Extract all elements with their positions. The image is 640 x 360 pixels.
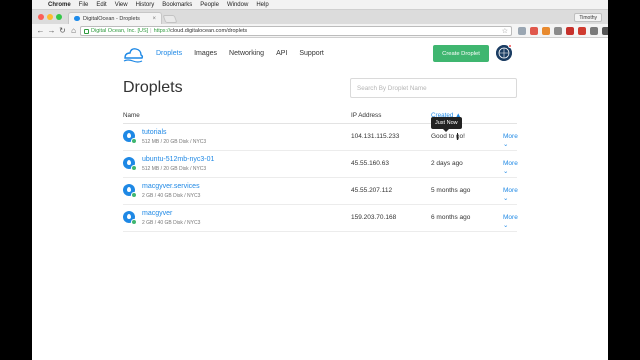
lock-icon — [84, 28, 89, 34]
reload-icon[interactable]: ↻ — [58, 26, 67, 36]
address-separator: | — [150, 28, 152, 34]
nav-api[interactable]: API — [276, 50, 287, 57]
url-scheme: https:// — [153, 28, 171, 34]
droplet-ip: 159.203.70.168 — [351, 214, 397, 221]
browser-tab[interactable]: DigitalOcean - Droplets × — [68, 12, 162, 24]
zoom-window-button[interactable] — [56, 14, 62, 20]
extension-icon[interactable] — [578, 27, 586, 35]
browser-toolbar: ← → ↻ ⌂ Digital Ocean, Inc. [US] | https… — [32, 24, 608, 38]
nav-networking[interactable]: Networking — [229, 50, 264, 57]
digitalocean-logo-icon[interactable] — [122, 44, 144, 64]
menu-edit[interactable]: Edit — [96, 2, 106, 8]
text-cursor-icon — [457, 133, 460, 140]
droplet-name-link[interactable]: macgyver — [142, 210, 172, 217]
screen: Chrome File Edit View History Bookmarks … — [32, 0, 608, 360]
create-droplet-button[interactable]: Create Droplet — [433, 45, 489, 62]
menu-help[interactable]: Help — [256, 2, 268, 8]
profile-button[interactable]: Timothy — [574, 13, 602, 22]
tab-title: DigitalOcean - Droplets — [83, 15, 140, 22]
forward-icon[interactable]: → — [47, 26, 56, 36]
droplet-ip: 45.55.207.112 — [351, 187, 393, 194]
page-title: Droplets — [123, 79, 183, 96]
menubar: Chrome File Edit View History Bookmarks … — [32, 0, 608, 10]
droplet-name-link[interactable]: macgyver.services — [142, 183, 200, 190]
droplet-ip: 45.55.160.63 — [351, 160, 389, 167]
menu-app[interactable]: Chrome — [48, 2, 71, 8]
droplet-status-icon — [123, 130, 137, 144]
minimize-window-button[interactable] — [47, 14, 53, 20]
extension-icon[interactable] — [530, 27, 538, 35]
more-dropdown[interactable]: More ⌄ — [503, 133, 518, 148]
table-row: ubuntu-512mb-nyc3-01 512 MB / 20 GB Disk… — [123, 151, 518, 178]
droplet-search-input[interactable]: Search By Droplet Name — [350, 78, 517, 98]
droplet-spec: 2 GB / 40 GB Disk / NYC3 — [142, 193, 201, 199]
address-bar[interactable]: Digital Ocean, Inc. [US] | https:// clou… — [80, 26, 512, 36]
extension-icon[interactable] — [590, 27, 598, 35]
extension-icon[interactable] — [602, 27, 608, 35]
droplet-created: 2 days ago — [431, 160, 463, 167]
app-navbar: Droplets Images Networking API Support C… — [32, 38, 608, 70]
droplet-status-icon — [123, 157, 137, 171]
droplet-created: 6 months ago — [431, 214, 471, 221]
droplet-name-link[interactable]: ubuntu-512mb-nyc3-01 — [142, 156, 214, 163]
tab-strip: DigitalOcean - Droplets × Timothy — [32, 10, 608, 24]
extension-icon[interactable] — [518, 27, 526, 35]
close-window-button[interactable] — [38, 14, 44, 20]
droplet-status-icon — [123, 184, 137, 198]
nav-images[interactable]: Images — [194, 50, 217, 57]
droplet-name-link[interactable]: tutorials — [142, 129, 167, 136]
digitalocean-favicon-icon — [74, 16, 80, 21]
extension-icon[interactable] — [542, 27, 550, 35]
extension-icons — [518, 27, 608, 35]
primary-nav: Droplets Images Networking API Support — [156, 50, 324, 57]
new-tab-button[interactable] — [162, 15, 178, 23]
table-row: macgyver 2 GB / 40 GB Disk / NYC3 159.20… — [123, 205, 518, 232]
ev-certificate-label: Digital Ocean, Inc. [US] — [91, 28, 149, 34]
droplet-spec: 512 MB / 20 GB Disk / NYC3 — [142, 139, 207, 145]
more-dropdown[interactable]: More ⌄ — [503, 214, 518, 229]
bookmark-star-icon[interactable]: ☆ — [502, 27, 508, 36]
nav-support[interactable]: Support — [299, 50, 324, 57]
menu-window[interactable]: Window — [227, 2, 248, 8]
notification-dot — [508, 44, 512, 48]
nav-droplets[interactable]: Droplets — [156, 50, 182, 57]
back-icon[interactable]: ← — [36, 26, 45, 36]
tab-close-icon[interactable]: × — [152, 16, 156, 22]
menu-bookmarks[interactable]: Bookmarks — [162, 2, 192, 8]
window-controls — [38, 14, 62, 20]
more-dropdown[interactable]: More ⌄ — [503, 187, 518, 202]
menu-people[interactable]: People — [200, 2, 219, 8]
droplet-spec: 512 MB / 20 GB Disk / NYC3 — [142, 166, 207, 172]
droplet-created: 5 months ago — [431, 187, 471, 194]
table-row: macgyver.services 2 GB / 40 GB Disk / NY… — [123, 178, 518, 205]
droplet-spec: 2 GB / 40 GB Disk / NYC3 — [142, 220, 201, 226]
menu-file[interactable]: File — [79, 2, 89, 8]
home-icon[interactable]: ⌂ — [69, 26, 78, 36]
created-tooltip: Just Now — [431, 117, 462, 132]
more-dropdown[interactable]: More ⌄ — [503, 160, 518, 175]
menu-history[interactable]: History — [136, 2, 155, 8]
url-path: cloud.digitalocean.com/droplets — [170, 28, 248, 34]
column-header-name[interactable]: Name — [123, 112, 140, 119]
column-header-ip[interactable]: IP Address — [351, 112, 381, 119]
droplet-status-icon — [123, 211, 137, 225]
extension-icon[interactable] — [566, 27, 574, 35]
extension-icon[interactable] — [554, 27, 562, 35]
droplet-ip: 104.131.115.233 — [351, 133, 400, 140]
menu-view[interactable]: View — [115, 2, 128, 8]
